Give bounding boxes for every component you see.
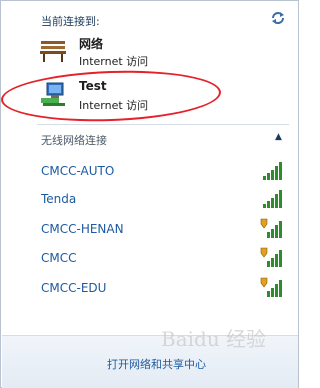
secured-signal-strength-icon xyxy=(260,247,282,267)
signal-strength-icon xyxy=(263,162,282,180)
wifi-network-item[interactable]: CMCC-HENAN xyxy=(37,218,289,242)
refresh-icon[interactable] xyxy=(269,9,287,27)
network-flyout: 当前连接到: 网络 Internet 访问 Test Internet 访问 无… xyxy=(0,0,299,388)
network-sharing-center-link[interactable]: 打开网络和共享中心 xyxy=(107,356,206,372)
wireless-section-title: 无线网络连接 xyxy=(41,134,107,147)
wifi-network-item[interactable]: CMCC xyxy=(37,247,289,271)
collapse-chevron-icon[interactable]: ▲ xyxy=(275,132,282,142)
section-divider xyxy=(37,124,289,125)
bench-network-icon xyxy=(40,41,66,62)
connection-item[interactable]: 网络 Internet 访问 xyxy=(11,35,281,69)
secured-signal-strength-icon xyxy=(260,218,282,238)
signal-strength-icon xyxy=(263,190,282,208)
connected-to-title: 当前连接到: xyxy=(41,15,100,28)
wifi-network-item[interactable]: CMCC-AUTO xyxy=(37,160,289,184)
connection-status: Internet 访问 xyxy=(79,55,149,68)
wifi-network-name: CMCC-AUTO xyxy=(41,164,115,178)
connection-name: 网络 xyxy=(79,37,104,51)
wifi-network-name: CMCC-HENAN xyxy=(41,222,124,236)
wifi-network-item[interactable]: CMCC-EDU xyxy=(37,277,289,301)
wifi-network-item[interactable]: Tenda xyxy=(37,188,289,212)
annotation-ellipse xyxy=(0,67,222,125)
watermark: Baidu 经验 xyxy=(161,327,267,351)
wifi-network-name: CMCC xyxy=(41,251,77,265)
secured-signal-strength-icon xyxy=(260,277,282,297)
wifi-network-name: CMCC-EDU xyxy=(41,281,107,295)
wifi-network-name: Tenda xyxy=(41,192,77,206)
